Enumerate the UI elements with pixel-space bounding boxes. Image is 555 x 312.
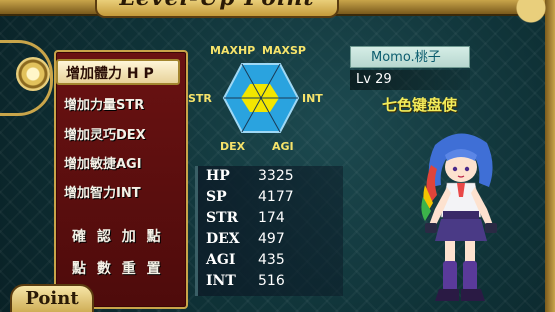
menu-item-add-dex[interactable]: 增加灵巧DEX xyxy=(64,124,146,143)
character-level-box: Lv 29 xyxy=(350,70,470,90)
selection-ring-icon xyxy=(16,57,50,91)
confirm-points-button[interactable]: 確 認 加 點 xyxy=(72,226,164,246)
stat-value-dex: 497 xyxy=(258,231,285,247)
game-screen: Level-Up Point 增加體力 H P 增加力量STR 增加灵巧DEX … xyxy=(0,0,555,312)
radar-label-maxsp: MAXSP xyxy=(262,44,306,57)
stat-label-int: INT xyxy=(206,273,236,289)
character-title: 七色键盘使 xyxy=(382,96,458,114)
stat-label-str: STR xyxy=(206,210,239,226)
character-level: Lv 29 xyxy=(356,72,392,87)
stat-label-sp: SP xyxy=(206,189,227,205)
character-name: Momo.桃子 xyxy=(371,50,441,65)
title-plate: Level-Up Point xyxy=(95,0,339,18)
menu-item-add-str[interactable]: 增加力量STR xyxy=(64,94,144,113)
radar-label-agi: AGI xyxy=(272,140,294,153)
menu-item-add-hp[interactable]: 增加體力 H P xyxy=(16,57,180,91)
stat-value-str: 174 xyxy=(258,210,285,226)
stats-table: HP 3325 SP 4177 STR 174 DEX 497 AGI 435 … xyxy=(195,166,343,296)
stat-label-agi: AGI xyxy=(206,252,236,268)
screen-title: Level-Up Point xyxy=(97,0,337,11)
radar-label-maxhp: MAXHP xyxy=(210,44,255,57)
character-name-box: Momo.桃子 xyxy=(350,46,470,68)
stat-value-int: 516 xyxy=(258,273,285,289)
radar-label-int: INT xyxy=(302,92,323,105)
point-label: Point xyxy=(25,288,79,309)
frame-right-border xyxy=(545,0,555,312)
stat-label-hp: HP xyxy=(206,168,230,184)
menu-item-add-agi[interactable]: 增加敏捷AGI xyxy=(64,153,142,172)
character-sprite xyxy=(421,133,497,301)
menu-item-add-int[interactable]: 增加智力INT xyxy=(64,182,141,201)
radar-label-str: STR xyxy=(188,92,212,105)
point-plate: Point xyxy=(10,284,94,312)
menu-item-label: 增加體力 H P xyxy=(66,66,154,82)
stat-label-dex: DEX xyxy=(206,231,240,247)
stat-value-agi: 435 xyxy=(258,252,285,268)
reset-points-button[interactable]: 點 數 重 置 xyxy=(72,258,164,278)
radar-label-dex: DEX xyxy=(220,140,246,153)
stat-value-hp: 3325 xyxy=(258,168,294,184)
stat-radar-chart: MAXHP MAXSP STR INT DEX AGI xyxy=(188,44,323,153)
stat-value-sp: 4177 xyxy=(258,189,294,205)
frame-ornament-icon xyxy=(475,0,555,40)
